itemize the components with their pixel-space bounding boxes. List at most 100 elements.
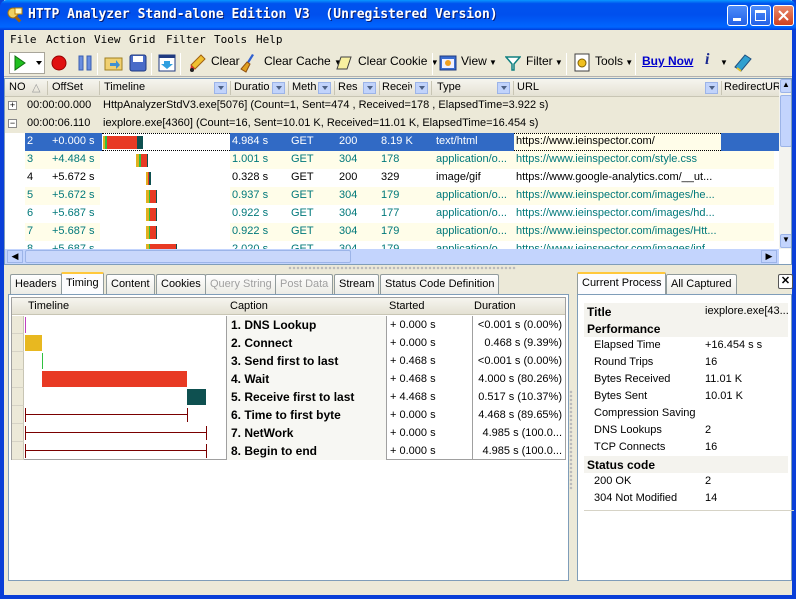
export-icon[interactable] (158, 54, 176, 72)
filter-button[interactable]: Filter ▼ (526, 54, 563, 68)
grid-vertical-scrollbar[interactable]: ▲ ▼ (779, 79, 791, 249)
table-row[interactable]: 5 +5.672 s 0.937 s GET 304 179 application/o..… (25, 187, 779, 205)
col-received-dropdown[interactable] (415, 82, 428, 94)
timing-row[interactable]: 1. DNS Lookup + 0.000 s <0.001 s (0.00%) (12, 316, 565, 334)
col-result[interactable]: Res (338, 81, 358, 93)
tab-stream[interactable]: Stream (334, 274, 380, 294)
row-type: text/html (436, 135, 478, 147)
timing-bar (187, 389, 206, 405)
grid-horizontal-scrollbar[interactable]: ◀ ▶ (5, 249, 779, 264)
chevron-down-icon: ▼ (486, 58, 497, 67)
minimize-button[interactable] (727, 5, 748, 26)
col-received[interactable]: Receiv (382, 81, 412, 93)
timing-row[interactable]: 7. NetWork + 0.000 s 4.985 s (100.0... (12, 424, 565, 442)
col-url[interactable]: URL (517, 81, 539, 93)
tools-button[interactable]: Tools ▼ (595, 54, 633, 68)
group-offset: 00:00:00.000 (27, 99, 92, 111)
table-row[interactable]: 3 +4.484 s 1.001 s GET 304 178 application/o..… (25, 151, 779, 169)
row-method: GET (291, 153, 314, 165)
col-duration[interactable]: Duratio (234, 81, 269, 93)
col-no[interactable]: NO (9, 81, 26, 93)
horizontal-splitter[interactable] (288, 266, 516, 270)
timing-caption: 7. NetWork (226, 424, 386, 442)
menu-help[interactable]: Help (256, 33, 283, 46)
save-icon[interactable] (129, 54, 147, 72)
table-row[interactable]: 7 +5.687 s 0.922 s GET 304 179 application/o..… (25, 223, 779, 241)
col-type-dropdown[interactable] (497, 82, 510, 94)
timing-row[interactable]: 4. Wait + 0.468 s 4.000 s (80.26%) (12, 370, 565, 388)
tab-current-process[interactable]: Current Process (577, 272, 667, 294)
menu-action[interactable]: Action (46, 33, 86, 46)
clear-cache-button[interactable]: Clear Cache ▼ (264, 54, 342, 68)
vertical-splitter[interactable] (569, 390, 573, 490)
tab-cookies[interactable]: Cookies (156, 274, 206, 294)
property-value: 11.01 K (705, 373, 743, 385)
tab-timing[interactable]: Timing (61, 272, 104, 294)
menu-file[interactable]: File (10, 33, 37, 46)
timing-row[interactable]: 2. Connect + 0.000 s 0.468 s (9.39%) (12, 334, 565, 352)
col-method[interactable]: Meth (292, 81, 316, 93)
col-url-dropdown[interactable] (705, 82, 718, 94)
tab-post-data[interactable]: Post Data (275, 274, 334, 294)
expand-icon[interactable]: + (8, 101, 17, 110)
scroll-left-icon[interactable]: ◀ (7, 250, 23, 263)
close-button[interactable] (773, 5, 794, 26)
h-scroll-thumb[interactable] (25, 250, 351, 263)
buy-now-link[interactable]: Buy Now (642, 54, 693, 68)
group-row[interactable]: + 00:00:00.000 HttpAnalyzerStdV3.exe[507… (5, 97, 779, 115)
tab-query-string[interactable]: Query String (205, 274, 277, 294)
table-row[interactable]: 2 +0.000 s 4.984 s GET 200 8.19 K text/html htt… (25, 133, 779, 151)
tab-headers[interactable]: Headers (10, 274, 62, 294)
tab-status-code-definition[interactable]: Status Code Definition (380, 274, 500, 294)
row-received: 179 (381, 189, 400, 201)
timing-row[interactable]: 8. Begin to end + 0.000 s 4.985 s (100.0..… (12, 442, 565, 460)
view-button[interactable]: View ▼ (461, 54, 497, 68)
clear-cookie-button[interactable]: Clear Cookie ▼ (358, 54, 439, 68)
help-book-icon[interactable] (733, 53, 753, 73)
info-icon[interactable]: i (705, 51, 709, 69)
col-redirect-url[interactable]: RedirectUR (724, 81, 779, 93)
collapse-icon[interactable]: − (8, 119, 17, 128)
menu-grid[interactable]: Grid (129, 33, 156, 46)
scroll-up-icon[interactable]: ▲ (780, 79, 791, 93)
timing-row[interactable]: 3. Send first to last + 0.468 s <0.001 s (… (12, 352, 565, 370)
close-panel-button[interactable]: ✕ (778, 274, 793, 289)
tab-content[interactable]: Content (106, 274, 155, 294)
col-result-dropdown[interactable] (363, 82, 376, 94)
start-button[interactable] (9, 52, 45, 74)
pause-icon[interactable] (76, 54, 94, 72)
scroll-right-icon[interactable]: ▶ (761, 250, 777, 263)
window-title: HTTP Analyzer Stand-alone Edition V3 (Un… (28, 7, 498, 22)
timing-started: + 4.468 s (386, 388, 472, 406)
section-status-code: Status code (584, 456, 788, 473)
timing-row[interactable]: 6. Time to first byte + 0.000 s 4.468 s (8… (12, 406, 565, 424)
chevron-down-icon[interactable]: ▼ (720, 58, 728, 67)
menu-view[interactable]: View (94, 33, 121, 46)
tab-all-captured[interactable]: All Captured (666, 274, 737, 294)
stop-record-icon[interactable] (50, 54, 68, 72)
col-timeline-dropdown[interactable] (214, 82, 227, 94)
scroll-down-icon[interactable]: ▼ (780, 234, 791, 248)
col-timeline[interactable]: Timeline (104, 81, 145, 93)
col-type[interactable]: Type (437, 81, 461, 93)
timing-row[interactable]: 5. Receive first to last + 4.468 s 0.517 s… (12, 388, 565, 406)
play-icon (14, 55, 42, 71)
timeline-bar-segment (149, 172, 151, 185)
table-row[interactable]: 6 +5.687 s 0.922 s GET 304 177 application/o..… (25, 205, 779, 223)
col-duration-dropdown[interactable] (272, 82, 285, 94)
timing-span-tick (206, 444, 207, 458)
col-offset[interactable]: OffSet (52, 81, 83, 93)
scroll-thumb[interactable] (780, 95, 791, 147)
row-received: 179 (381, 225, 400, 237)
timeline-bar-segment (107, 136, 137, 149)
menu-tools[interactable]: Tools (214, 33, 247, 46)
tools-label: Tools (595, 54, 624, 68)
maximize-button[interactable] (750, 5, 771, 26)
table-row[interactable]: 4 +5.672 s 0.328 s GET 200 329 image/gif https:… (25, 169, 779, 187)
clear-button[interactable]: Clear (211, 54, 240, 68)
group-row[interactable]: − 00:00:06.110 iexplore.exe[4360] (Count… (5, 115, 779, 133)
menu-filter[interactable]: Filter (166, 33, 206, 46)
property-value: 2 (705, 475, 712, 487)
col-method-dropdown[interactable] (318, 82, 331, 94)
open-folder-icon[interactable] (104, 54, 124, 72)
